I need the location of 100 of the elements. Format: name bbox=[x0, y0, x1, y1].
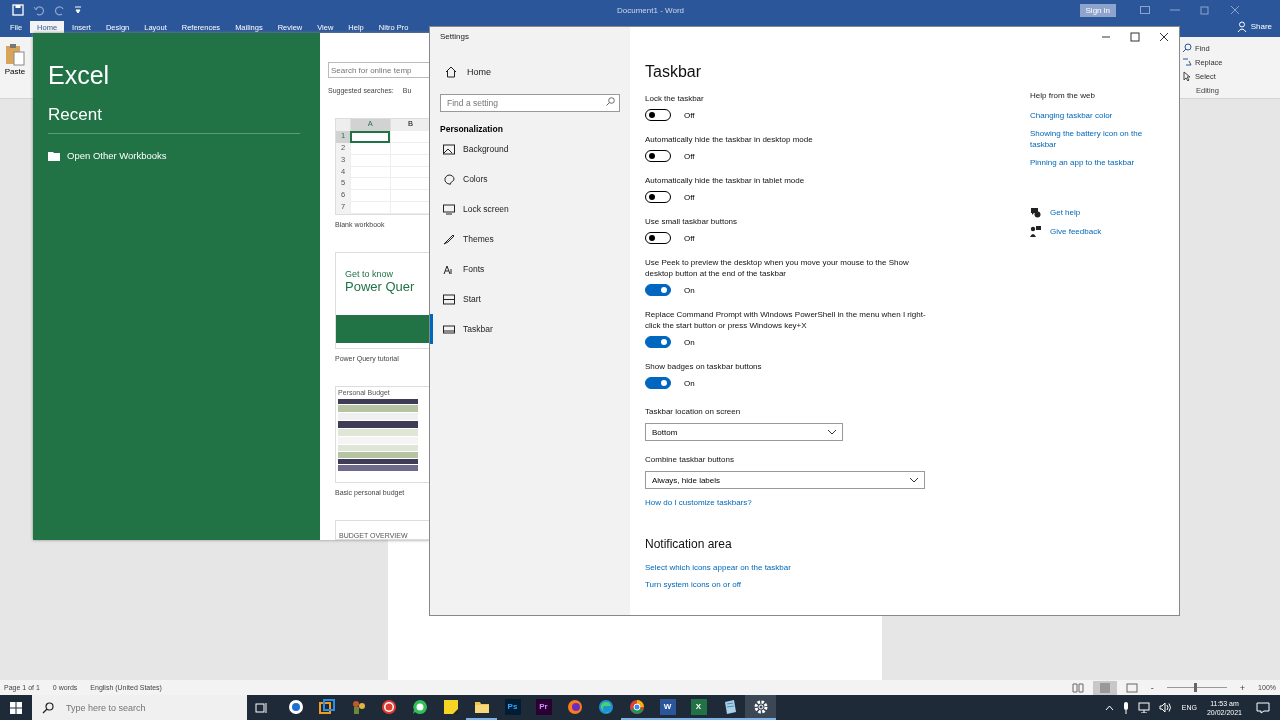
redo-icon[interactable] bbox=[54, 4, 66, 16]
volume-icon[interactable] bbox=[1158, 702, 1172, 713]
toggle-state: Off bbox=[684, 233, 695, 243]
search-icon bbox=[42, 701, 54, 714]
gear-icon bbox=[752, 698, 769, 715]
browser-icon bbox=[628, 698, 645, 715]
nav-item[interactable]: Themes bbox=[430, 224, 620, 254]
nav-item[interactable]: Taskbar bbox=[430, 314, 620, 344]
home-icon bbox=[445, 66, 457, 78]
toggle-state: On bbox=[684, 378, 695, 388]
section-heading: Notification area bbox=[645, 537, 732, 551]
help-link[interactable]: Pinning an app to the taskbar bbox=[1030, 157, 1160, 168]
search-icon bbox=[606, 97, 615, 106]
setting-label: Use Peek to preview the desktop when you move your mouse to the Show desktop button at the end of the taskbar bbox=[645, 257, 910, 279]
toggle-state: Off bbox=[684, 151, 695, 161]
zoom-out-button[interactable]: - bbox=[1150, 682, 1154, 693]
search-field[interactable]: Search for online temp bbox=[328, 62, 430, 78]
customize-menu-icon[interactable] bbox=[75, 6, 81, 14]
task-view-icon[interactable] bbox=[255, 701, 269, 714]
chat-icon bbox=[411, 698, 428, 715]
search-icon bbox=[1182, 43, 1192, 53]
microphone-icon[interactable] bbox=[1121, 701, 1130, 714]
nav-item[interactable]: Background bbox=[430, 134, 620, 164]
undo-icon[interactable] bbox=[33, 4, 45, 16]
search-field[interactable]: Find a setting bbox=[440, 94, 620, 112]
zoom-in-button[interactable]: + bbox=[1239, 682, 1246, 693]
help-link[interactable]: Turn system icons on or off bbox=[645, 580, 742, 589]
grid-corner bbox=[336, 119, 350, 131]
taskbar-app-button[interactable]: X bbox=[683, 695, 714, 720]
toggle-switch[interactable] bbox=[645, 377, 671, 389]
nav-item[interactable]: Start bbox=[430, 284, 620, 314]
folder-icon bbox=[48, 150, 61, 161]
paste-button[interactable]: Paste bbox=[0, 37, 30, 98]
print-layout-icon[interactable] bbox=[1092, 680, 1117, 695]
feedback-link[interactable]: Give feedback bbox=[1030, 226, 1160, 237]
person-icon bbox=[1236, 21, 1248, 32]
close-icon[interactable] bbox=[1159, 32, 1169, 42]
toggle-switch[interactable] bbox=[645, 284, 671, 296]
record-icon bbox=[380, 698, 397, 715]
start-button[interactable] bbox=[10, 701, 22, 714]
grid-cell bbox=[350, 202, 390, 214]
help-link[interactable]: Showing the battery icon on the taskbar bbox=[1030, 128, 1160, 150]
taskbar-app-button[interactable] bbox=[745, 695, 776, 720]
web-layout-icon[interactable] bbox=[1125, 682, 1138, 693]
setting-label: Combine taskbar buttons bbox=[645, 454, 735, 465]
help-link[interactable]: Changing taskbar color bbox=[1030, 110, 1160, 121]
share-button[interactable]: Share bbox=[1228, 21, 1280, 35]
save-icon[interactable] bbox=[12, 4, 24, 16]
page-title: Taskbar bbox=[645, 63, 702, 81]
help-link[interactable]: Select which icons appear on the taskbar bbox=[645, 563, 791, 572]
browser-icon bbox=[566, 698, 583, 715]
clipboard-icon bbox=[4, 43, 26, 67]
thumbnail-text: Get to know bbox=[345, 269, 395, 279]
person-icon bbox=[1030, 226, 1041, 237]
search-box[interactable]: Type here to search bbox=[32, 695, 247, 720]
nav-item[interactable]: Lock screen bbox=[430, 194, 620, 224]
open-workbooks-button[interactable]: Open Other Workbooks bbox=[48, 150, 167, 161]
nav-item[interactable]: Colors bbox=[430, 164, 620, 194]
document-icon: W bbox=[659, 698, 676, 715]
setting-label: Replace Command Prompt with Windows PowerShell in the menu when I right-click the start button or press Windows key+X bbox=[645, 309, 927, 331]
setting-label: Automatically hide the taskbar in desktop mode bbox=[645, 134, 814, 145]
brush-icon bbox=[443, 233, 455, 245]
read-mode-icon[interactable] bbox=[1071, 682, 1084, 693]
setting-label: Taskbar location on screen bbox=[645, 406, 742, 417]
taskbar-app-button[interactable]: Pr bbox=[528, 695, 559, 720]
network-icon[interactable] bbox=[1137, 702, 1151, 713]
taskbar-icon bbox=[443, 323, 455, 335]
ring-icon bbox=[287, 698, 304, 715]
thumbnail-title: Power Quer bbox=[345, 279, 416, 294]
window-title: Document1 - Word bbox=[616, 5, 685, 15]
home-link[interactable]: Home bbox=[440, 66, 620, 78]
maximize-icon[interactable] bbox=[1130, 32, 1140, 42]
nav-item[interactable]: Fonts bbox=[430, 254, 620, 284]
spreadsheet-icon: X bbox=[690, 698, 707, 715]
taskbar-app-button[interactable]: Ps bbox=[497, 695, 528, 720]
toggle-state: On bbox=[684, 337, 695, 347]
ribbon-options-icon[interactable] bbox=[1140, 6, 1150, 14]
help-link[interactable]: How do I customize taskbars? bbox=[645, 498, 752, 507]
dropdown[interactable]: Bottom bbox=[645, 423, 843, 441]
setting-label: Lock the taskbar bbox=[645, 93, 705, 104]
replace-icon bbox=[1182, 57, 1192, 67]
toggle-switch[interactable] bbox=[645, 336, 671, 348]
taskbar-app-button[interactable]: W bbox=[652, 695, 683, 720]
chevron-up-icon[interactable] bbox=[1104, 704, 1114, 711]
toggle-state: On bbox=[684, 285, 695, 295]
dropdown[interactable]: Always, hide labels bbox=[645, 471, 925, 489]
template-thumbnail[interactable]: Get to know Power Quer bbox=[335, 252, 430, 349]
get-help-link[interactable]: Get help bbox=[1030, 207, 1160, 218]
note-icon bbox=[442, 698, 459, 715]
setting-label: Use small taskbar buttons bbox=[645, 216, 739, 227]
picture-icon bbox=[443, 143, 455, 155]
toggle-state: Off bbox=[684, 192, 695, 202]
notification-icon[interactable] bbox=[1256, 701, 1270, 714]
section-heading: Recent bbox=[48, 105, 103, 125]
app-logo-icon: Pr bbox=[535, 698, 552, 715]
browser-icon bbox=[597, 698, 614, 715]
setting-label: Automatically hide the taskbar in tablet mode bbox=[645, 175, 806, 186]
taskbar-search-field[interactable]: Type here to search bbox=[64, 701, 247, 714]
app-title: Excel bbox=[48, 61, 111, 90]
grid-cell bbox=[350, 142, 390, 155]
